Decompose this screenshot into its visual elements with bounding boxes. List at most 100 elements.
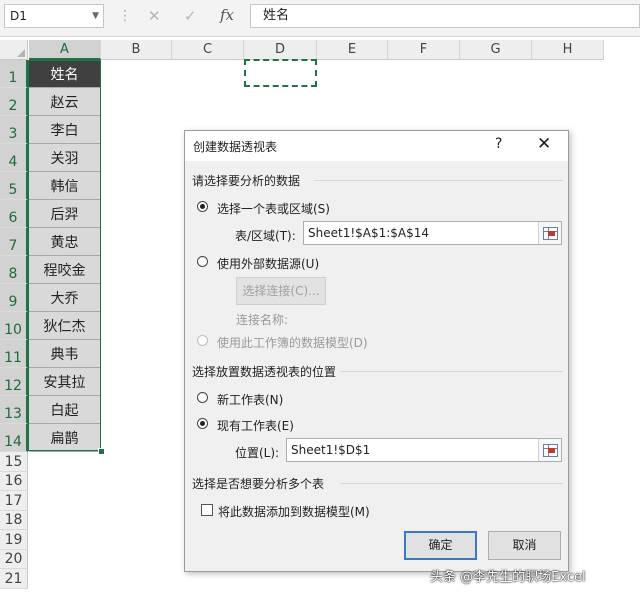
column-header-f[interactable]: F bbox=[388, 40, 460, 60]
row-number: 18 bbox=[4, 512, 23, 528]
data-cell-a7[interactable]: 黄忠 bbox=[29, 228, 100, 256]
column-header-h[interactable]: H bbox=[532, 40, 604, 60]
formula-bar: D1 ▼ ⋮ ✕ ✓ fx 姓名 bbox=[0, 0, 640, 37]
data-cell-a10[interactable]: 狄仁杰 bbox=[29, 312, 100, 340]
data-cell-a13[interactable]: 白起 bbox=[29, 396, 100, 424]
add-to-data-model-option[interactable]: 将此数据添加到数据模型(M) bbox=[201, 503, 370, 520]
data-cell-a11[interactable]: 典韦 bbox=[29, 340, 100, 368]
cell-text: 安其拉 bbox=[43, 374, 86, 391]
row-header-6[interactable]: 6 bbox=[0, 200, 28, 228]
cancel-button[interactable]: 取消 bbox=[488, 531, 561, 560]
location-input[interactable]: Sheet1!$D$1 bbox=[286, 438, 562, 462]
data-cell-a12[interactable]: 安其拉 bbox=[29, 368, 100, 396]
data-cell-a14[interactable]: 扁鹊 bbox=[29, 424, 100, 452]
chevron-down-icon[interactable]: ▼ bbox=[92, 5, 99, 27]
section-choose-data: 请选择要分析的数据 bbox=[192, 172, 563, 189]
cancel-icon[interactable]: ✕ bbox=[148, 7, 161, 25]
row-number: 20 bbox=[4, 551, 23, 567]
row-header-13[interactable]: 13 bbox=[0, 396, 28, 424]
row-number: 4 bbox=[8, 154, 18, 170]
location-label: 位置(L): bbox=[235, 446, 280, 460]
section-location-label: 选择放置数据透视表的位置 bbox=[192, 365, 337, 379]
formula-input[interactable]: 姓名 bbox=[250, 4, 640, 28]
row-header-9[interactable]: 9 bbox=[0, 284, 28, 312]
option-new-sheet-label: 新工作表(N) bbox=[217, 393, 284, 407]
row-header-7[interactable]: 7 bbox=[0, 228, 28, 256]
select-all-corner[interactable] bbox=[0, 40, 28, 60]
column-header-c[interactable]: C bbox=[172, 40, 244, 60]
name-box-value: D1 bbox=[10, 9, 27, 23]
insert-function-icon[interactable]: fx bbox=[220, 6, 234, 24]
cell-text: 大乔 bbox=[50, 290, 79, 307]
row-number: 21 bbox=[4, 570, 23, 587]
range-selector-icon[interactable] bbox=[538, 439, 561, 461]
radio-existing-sheet[interactable] bbox=[197, 418, 208, 429]
row-number: 13 bbox=[4, 406, 22, 422]
data-cell-a9[interactable]: 大乔 bbox=[29, 284, 100, 312]
help-icon[interactable]: ? bbox=[495, 136, 502, 152]
option-external-source[interactable]: 使用外部数据源(U) bbox=[197, 255, 319, 272]
radio-data-model bbox=[197, 335, 208, 346]
row-header-4[interactable]: 4 bbox=[0, 144, 28, 172]
radio-external-source[interactable] bbox=[197, 256, 208, 267]
column-header-d[interactable]: D bbox=[244, 40, 317, 60]
section-location: 选择放置数据透视表的位置 bbox=[192, 363, 563, 380]
option-select-table[interactable]: 选择一个表或区域(S) bbox=[197, 200, 330, 217]
option-existing-sheet-label: 现有工作表(E) bbox=[217, 419, 294, 433]
row-number: 3 bbox=[8, 126, 18, 142]
data-cell-a2[interactable]: 赵云 bbox=[29, 88, 100, 116]
column-header-a[interactable]: A bbox=[29, 40, 101, 60]
data-cell-a3[interactable]: 李白 bbox=[29, 116, 100, 144]
section-choose-data-label: 请选择要分析的数据 bbox=[192, 174, 301, 188]
row-header-11[interactable]: 11 bbox=[0, 340, 28, 368]
row-header-10[interactable]: 10 bbox=[0, 312, 28, 340]
row-header-19[interactable]: 19 bbox=[0, 530, 28, 550]
row-header-15[interactable]: 15 bbox=[0, 452, 28, 472]
option-existing-sheet[interactable]: 现有工作表(E) bbox=[197, 417, 294, 434]
row-header-3[interactable]: 3 bbox=[0, 116, 28, 144]
cell-text: 白起 bbox=[50, 402, 79, 419]
active-cell-marquee-d1[interactable] bbox=[244, 59, 317, 87]
enter-icon[interactable]: ✓ bbox=[184, 7, 197, 25]
column-header-b[interactable]: B bbox=[101, 40, 172, 60]
data-cell-a4[interactable]: 关羽 bbox=[29, 144, 100, 172]
row-header-2[interactable]: 2 bbox=[0, 88, 28, 116]
data-cell-a5[interactable]: 韩信 bbox=[29, 172, 100, 200]
range-selector-icon[interactable] bbox=[538, 222, 561, 244]
radio-select-table[interactable] bbox=[197, 201, 208, 212]
close-icon[interactable]: ✕ bbox=[537, 134, 551, 154]
row-number: 2 bbox=[8, 98, 18, 114]
column-header-g[interactable]: G bbox=[460, 40, 532, 60]
add-to-data-model-checkbox[interactable] bbox=[201, 504, 213, 516]
row-header-17[interactable]: 17 bbox=[0, 491, 28, 511]
radio-new-sheet[interactable] bbox=[197, 392, 208, 403]
row-header-5[interactable]: 5 bbox=[0, 172, 28, 200]
ok-button[interactable]: 确定 bbox=[404, 531, 477, 560]
row-header-20[interactable]: 20 bbox=[0, 549, 28, 569]
header-cell-a1[interactable]: 姓名 bbox=[29, 60, 100, 88]
cell-text: 典韦 bbox=[50, 346, 79, 363]
column-header-e[interactable]: E bbox=[317, 40, 388, 60]
cell-text: 狄仁杰 bbox=[43, 318, 86, 335]
cell-text: 韩信 bbox=[50, 178, 79, 195]
more-icon[interactable]: ⋮ bbox=[118, 8, 132, 24]
option-new-sheet[interactable]: 新工作表(N) bbox=[197, 391, 284, 408]
data-cell-a6[interactable]: 后羿 bbox=[29, 200, 100, 228]
data-cell-a8[interactable]: 程咬金 bbox=[29, 256, 100, 284]
cell-text: 赵云 bbox=[50, 94, 79, 111]
row-header-21[interactable]: 21 bbox=[0, 569, 28, 589]
row-header-16[interactable]: 16 bbox=[0, 471, 28, 491]
fill-handle[interactable] bbox=[98, 448, 105, 455]
row-header-18[interactable]: 18 bbox=[0, 510, 28, 530]
row-header-1[interactable]: 1 bbox=[0, 60, 28, 88]
row-header-14[interactable]: 14 bbox=[0, 424, 28, 452]
row-header-12[interactable]: 12 bbox=[0, 368, 28, 396]
row-header-8[interactable]: 8 bbox=[0, 256, 28, 284]
choose-connection-button[interactable]: 选择连接(C)... bbox=[236, 277, 326, 305]
row-number: 6 bbox=[8, 210, 18, 226]
row-number: 1 bbox=[8, 70, 18, 86]
name-box[interactable]: D1 ▼ bbox=[4, 4, 104, 28]
dialog-title: 创建数据透视表 bbox=[193, 140, 278, 154]
table-range-input[interactable]: Sheet1!$A$1:$A$14 bbox=[303, 221, 562, 245]
row-number: 10 bbox=[4, 322, 22, 338]
